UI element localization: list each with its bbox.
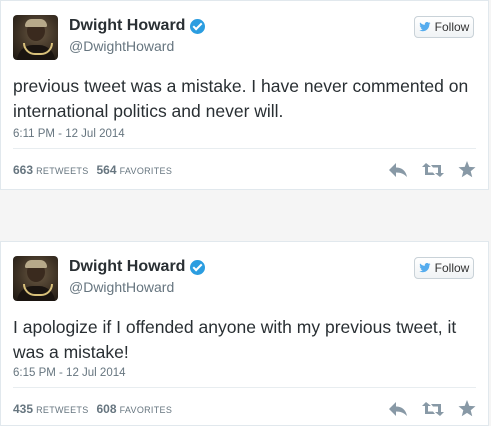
display-name-text[interactable]: Dwight Howard bbox=[69, 258, 185, 276]
display-name-text[interactable]: Dwight Howard bbox=[69, 17, 185, 35]
retweet-icon[interactable] bbox=[422, 401, 444, 417]
twitter-bird-icon bbox=[418, 22, 431, 32]
star-icon[interactable] bbox=[458, 400, 476, 417]
tweet-timestamp[interactable]: 6:15 PM - 12 Jul 2014 bbox=[13, 367, 126, 379]
divider bbox=[13, 387, 476, 388]
favorites-label: FAVORITES bbox=[119, 405, 173, 415]
reply-icon[interactable] bbox=[388, 162, 408, 178]
tweet-actions bbox=[388, 161, 476, 178]
retweets-label: RETWEETS bbox=[36, 405, 89, 415]
follow-button-label: Follow bbox=[434, 261, 470, 275]
display-name[interactable]: Dwight Howard bbox=[69, 258, 206, 276]
star-icon[interactable] bbox=[458, 161, 476, 178]
favorites-count: 608 bbox=[96, 402, 117, 416]
follow-button[interactable]: Follow bbox=[414, 257, 474, 279]
retweet-icon[interactable] bbox=[422, 162, 444, 178]
favorites-count: 564 bbox=[96, 163, 117, 177]
verified-badge-icon bbox=[190, 259, 206, 275]
favorites-stat[interactable]: 564 FAVORITES bbox=[97, 163, 173, 177]
favorites-label: FAVORITES bbox=[119, 166, 173, 176]
favorites-stat[interactable]: 608 FAVORITES bbox=[97, 402, 173, 416]
retweets-count: 435 bbox=[13, 402, 34, 416]
divider bbox=[13, 148, 476, 149]
verified-badge-icon bbox=[190, 18, 206, 34]
tweet-stats: 663 RETWEETS 564 FAVORITES bbox=[13, 163, 172, 177]
tweet-stats: 435 RETWEETS 608 FAVORITES bbox=[13, 402, 172, 416]
tweet-text: I apologize if I offended anyone with my… bbox=[13, 317, 457, 362]
user-handle[interactable]: @DwightHoward bbox=[69, 279, 174, 295]
tweet-text: previous tweet was a mistake. I have nev… bbox=[13, 76, 469, 121]
reply-icon[interactable] bbox=[388, 401, 408, 417]
tweet-card: Dwight Howard @DwightHoward Follow previ… bbox=[0, 0, 489, 190]
twitter-bird-icon bbox=[418, 263, 431, 273]
tweet-actions bbox=[388, 400, 476, 417]
tweet-card: Dwight Howard @DwightHoward Follow I apo… bbox=[0, 241, 489, 426]
avatar[interactable] bbox=[13, 15, 58, 60]
tweet-timestamp[interactable]: 6:11 PM - 12 Jul 2014 bbox=[13, 128, 125, 140]
retweets-count: 663 bbox=[13, 163, 34, 177]
retweets-stat[interactable]: 663 RETWEETS bbox=[13, 163, 89, 177]
user-handle[interactable]: @DwightHoward bbox=[69, 38, 174, 54]
follow-button-label: Follow bbox=[434, 20, 470, 34]
avatar[interactable] bbox=[13, 256, 58, 301]
retweets-label: RETWEETS bbox=[36, 166, 89, 176]
retweets-stat[interactable]: 435 RETWEETS bbox=[13, 402, 89, 416]
display-name[interactable]: Dwight Howard bbox=[69, 17, 206, 35]
follow-button[interactable]: Follow bbox=[414, 16, 474, 38]
